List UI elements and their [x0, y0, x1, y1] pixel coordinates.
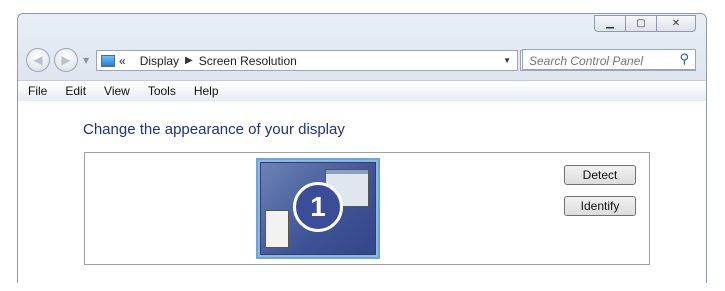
menu-view[interactable]: View	[94, 84, 138, 98]
display-control-panel-icon	[101, 54, 115, 67]
back-arrow-icon: ◀	[33, 53, 43, 67]
forward-button[interactable]: ▶	[54, 48, 78, 72]
monitor-1[interactable]: 1	[256, 158, 380, 259]
monitor-screen: 1	[260, 162, 376, 255]
menu-bar: File Edit View Tools Help	[18, 80, 706, 102]
maximize-button[interactable]: ▢	[625, 15, 657, 32]
recent-pages-dropdown-icon[interactable]: ▼	[83, 56, 89, 65]
breadcrumb-item-display[interactable]: Display	[140, 54, 179, 68]
breadcrumb-overflow[interactable]: «	[119, 54, 126, 68]
menu-file[interactable]: File	[18, 84, 55, 98]
identify-button[interactable]: Identify	[564, 196, 636, 216]
search-field[interactable]: ⚲	[522, 49, 696, 71]
forward-arrow-icon: ▶	[61, 53, 71, 67]
menu-edit[interactable]: Edit	[55, 84, 94, 98]
minimize-button[interactable]: ▁	[594, 15, 626, 32]
monitor-number-badge: 1	[293, 181, 343, 232]
page-title: Change the appearance of your display	[83, 121, 345, 138]
back-button[interactable]: ◀	[26, 48, 50, 72]
address-dropdown-icon[interactable]: ▼	[503, 56, 511, 65]
menu-help[interactable]: Help	[184, 84, 227, 98]
caption-buttons: ▁ ▢ ✕	[594, 15, 696, 32]
display-arrangement-panel: 1 Detect Identify	[84, 152, 650, 265]
main-content: Change the appearance of your display 1 …	[18, 101, 706, 291]
close-button[interactable]: ✕	[656, 15, 696, 32]
breadcrumb-separator-icon[interactable]: ▶	[185, 55, 193, 66]
address-bar[interactable]: « Display ▶ Screen Resolution ▼	[96, 50, 518, 71]
sample-sidebar-icon	[265, 210, 289, 248]
menu-tools[interactable]: Tools	[138, 84, 184, 98]
detect-button[interactable]: Detect	[564, 165, 636, 185]
search-input[interactable]	[523, 51, 680, 71]
search-icon[interactable]: ⚲	[679, 52, 689, 67]
breadcrumb-item-screen-resolution[interactable]: Screen Resolution	[199, 54, 297, 68]
